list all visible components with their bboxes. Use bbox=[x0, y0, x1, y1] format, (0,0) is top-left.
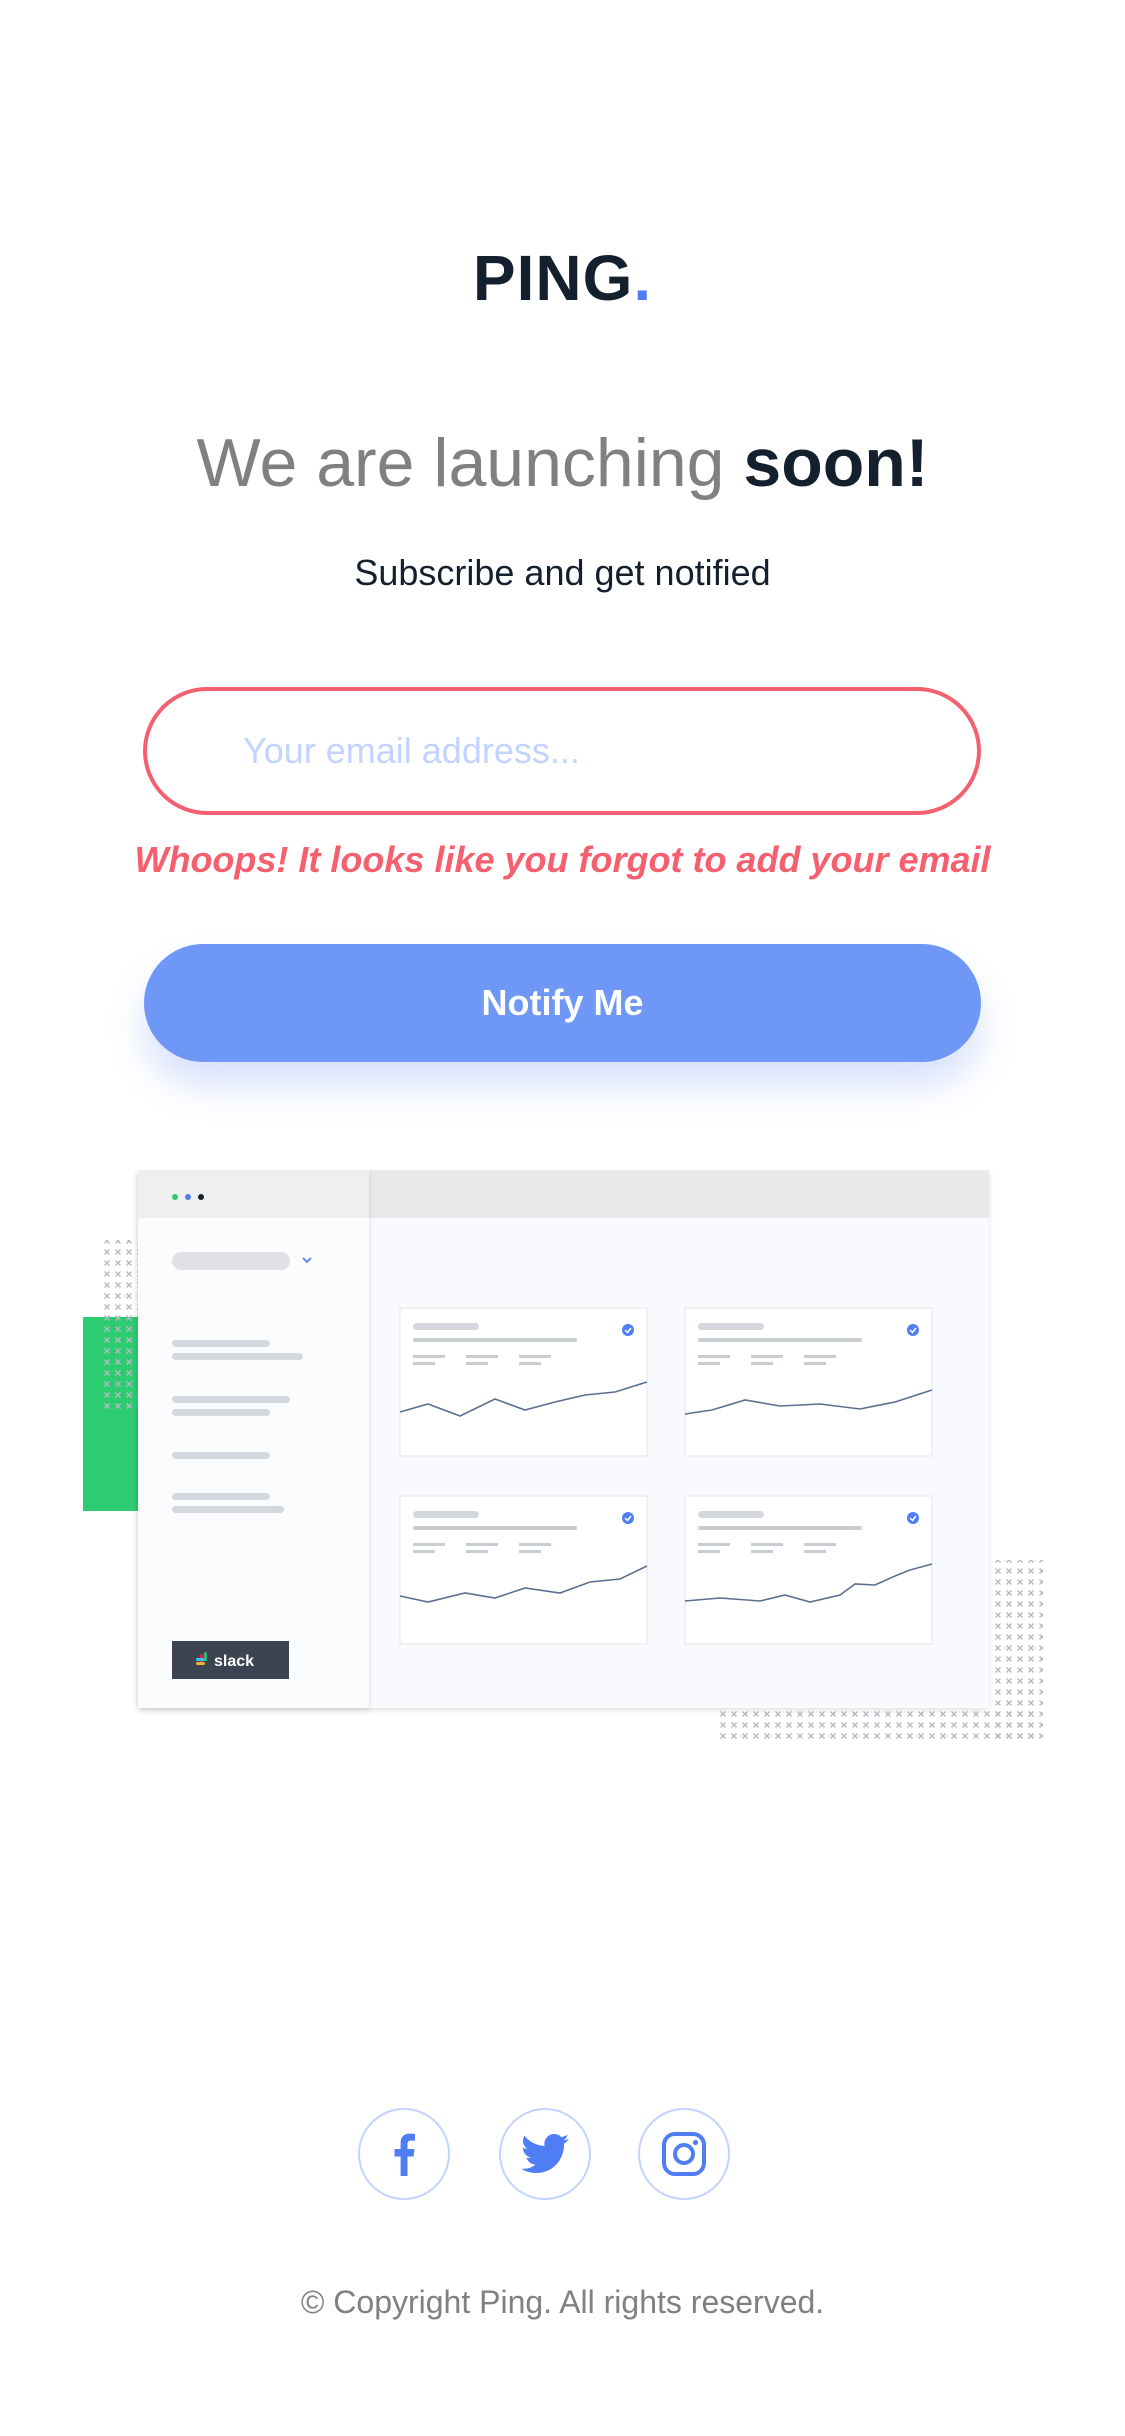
instagram-link[interactable] bbox=[638, 2108, 730, 2200]
dashboard-card bbox=[684, 1495, 933, 1645]
twitter-icon bbox=[521, 2134, 569, 2173]
page-subtitle: Subscribe and get notified bbox=[354, 552, 771, 593]
headline-bold: soon! bbox=[743, 425, 929, 501]
dashboard-card bbox=[399, 1307, 648, 1457]
email-error-message: Whoops! It looks like you forgot to add … bbox=[134, 839, 991, 880]
slack-label: slack bbox=[214, 1653, 254, 1670]
notify-me-button[interactable]: Notify Me bbox=[144, 944, 981, 1062]
check-icon bbox=[622, 1512, 634, 1524]
dot-pattern-bottom bbox=[720, 1710, 1040, 1744]
copyright-text: © Copyright Ping. All rights reserved. bbox=[300, 2284, 825, 2320]
check-icon bbox=[907, 1324, 919, 1336]
logo-text: PING bbox=[472, 242, 634, 314]
sidebar-dropdown bbox=[172, 1252, 290, 1270]
dot-pattern-left bbox=[102, 1240, 138, 1412]
email-field[interactable] bbox=[143, 687, 981, 815]
headline-light: We are launching bbox=[196, 425, 744, 501]
instagram-icon bbox=[662, 2132, 706, 2176]
twitter-link[interactable] bbox=[499, 2108, 591, 2200]
app-sidebar bbox=[138, 1170, 369, 1708]
page-headline: We are launching soon! bbox=[0, 420, 1125, 506]
check-icon bbox=[622, 1324, 634, 1336]
dashboard-card bbox=[399, 1495, 648, 1645]
facebook-icon bbox=[394, 2133, 415, 2176]
check-icon bbox=[907, 1512, 919, 1524]
dashboard-card bbox=[684, 1307, 933, 1457]
facebook-link[interactable] bbox=[358, 2108, 450, 2200]
dashboard-illustration: slack bbox=[83, 1170, 1043, 1744]
logo: PING. bbox=[0, 238, 1125, 318]
logo-dot: . bbox=[633, 242, 653, 314]
